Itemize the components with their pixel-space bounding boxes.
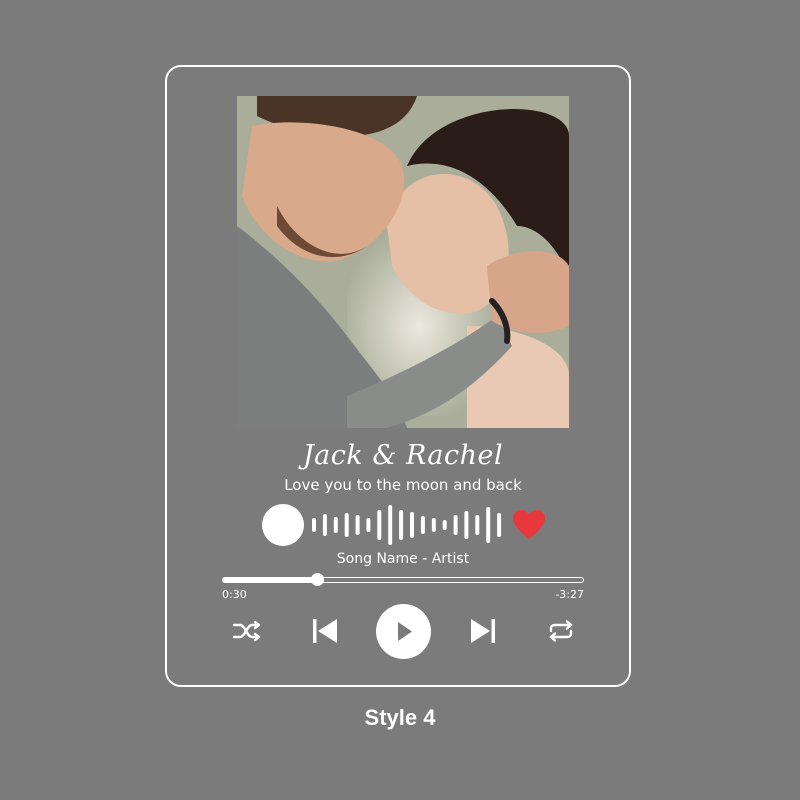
code-bar <box>366 518 371 532</box>
progress-bar[interactable] <box>222 573 584 586</box>
code-bar <box>388 505 393 545</box>
shuffle-icon[interactable] <box>232 620 262 642</box>
heart-icon[interactable] <box>512 509 546 541</box>
code-bar <box>420 516 425 534</box>
play-icon <box>398 622 412 641</box>
couple-photo <box>237 96 569 428</box>
code-bar <box>431 518 436 532</box>
couple-names: Jack & Rachel <box>302 440 504 471</box>
code-bar <box>410 512 414 538</box>
elapsed-time: 0:30 <box>222 588 247 601</box>
play-button[interactable] <box>376 604 431 659</box>
progress-fill <box>223 578 317 582</box>
code-bar <box>497 513 502 537</box>
song-title-artist: Song Name - Artist <box>336 551 470 567</box>
style-caption: Style 4 <box>364 705 436 730</box>
code-bar <box>333 517 338 533</box>
progress-knob[interactable] <box>310 573 324 586</box>
spotify-code-bars <box>312 505 502 545</box>
code-bar <box>486 507 491 543</box>
previous-icon[interactable] <box>311 617 339 645</box>
code-bar <box>475 515 480 535</box>
next-icon[interactable] <box>469 617 497 645</box>
code-bar <box>312 518 316 532</box>
code-bar <box>453 515 458 535</box>
code-bar <box>322 514 327 536</box>
tagline: Love you to the moon and back <box>284 476 522 494</box>
code-bar <box>377 510 382 540</box>
code-bar <box>344 513 349 537</box>
code-bar <box>464 511 469 539</box>
spotify-code-dot <box>262 504 304 546</box>
remaining-time: -3:27 <box>555 588 584 601</box>
code-bar <box>399 510 404 540</box>
repeat-icon[interactable] <box>547 620 575 642</box>
code-bar <box>442 520 447 530</box>
code-bar <box>355 515 360 535</box>
